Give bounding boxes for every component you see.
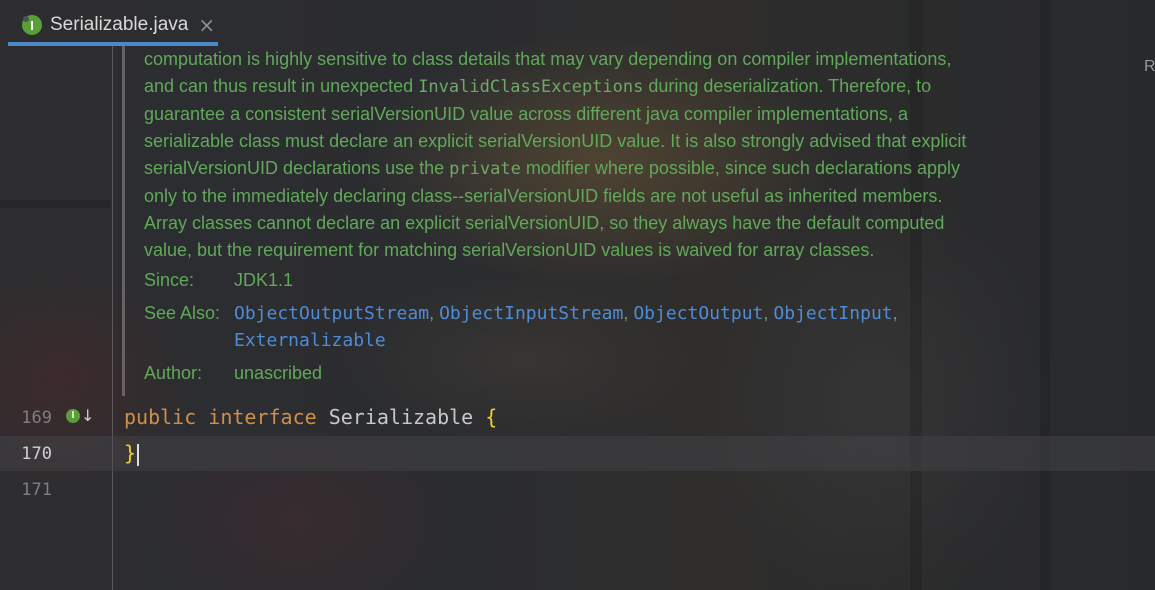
keyword-public: public <box>124 405 197 429</box>
doc-line: computation is highly sensitive to class… <box>144 49 952 69</box>
author-label: Author: <box>144 363 203 383</box>
interface-icon: I <box>22 15 42 35</box>
doc-see-also-label: See Also: <box>144 303 221 323</box>
link-objectoutputstream[interactable]: ObjectOutputStream <box>234 303 429 324</box>
gutter-divider <box>112 46 113 590</box>
line-number: 170 <box>21 444 52 464</box>
keyword-interface: interface <box>208 405 317 429</box>
implemented-interface-gutter-icon[interactable]: I ↓ <box>66 406 94 425</box>
author-value: unascribed <box>234 363 323 383</box>
link-objectinputstream[interactable]: ObjectInputStream <box>439 303 623 324</box>
arrow-down-icon: ↓ <box>81 406 95 425</box>
doc-author: Author: unascribed <box>144 360 322 387</box>
line-number: 171 <box>21 480 52 500</box>
open-brace: { <box>485 405 498 429</box>
code-line-170[interactable]: } <box>124 441 140 466</box>
doc-since: Since: JDK1.1 <box>144 267 293 294</box>
doc-line: value, but the requirement for matching … <box>144 240 875 260</box>
doc-line: and can thus result in unexpected Invali… <box>144 76 932 97</box>
right-edge-label: R <box>1144 58 1155 75</box>
editor-tab-bar: I Serializable.java × <box>0 0 1155 46</box>
doc-code: InvalidClassExceptions <box>418 77 644 97</box>
close-brace: } <box>124 441 137 465</box>
link-objectoutput[interactable]: ObjectOutput <box>633 303 763 324</box>
see-also-links: ObjectOutputStream, ObjectInputStream, O… <box>234 303 898 351</box>
since-value: JDK1.1 <box>234 270 294 290</box>
code-line-169[interactable]: public interface Serializable { <box>124 405 497 429</box>
doc-line: serialVersionUID declarations use the pr… <box>144 158 961 179</box>
doc-line: serializable class must declare an expli… <box>144 131 967 151</box>
link-objectinput[interactable]: ObjectInput <box>773 303 892 324</box>
doc-line: guarantee a consistent serialVersionUID … <box>144 104 909 124</box>
current-line-highlight <box>0 436 1155 471</box>
link-externalizable[interactable]: Externalizable <box>234 330 386 351</box>
close-icon[interactable]: × <box>198 13 215 37</box>
doc-line: Array classes cannot declare an explicit… <box>144 213 945 233</box>
tab-label: Serializable.java <box>50 14 189 35</box>
type-name: Serializable <box>328 405 474 429</box>
doc-code: private <box>449 159 521 179</box>
rendered-doc-bar <box>122 46 125 396</box>
line-number: 169 <box>21 408 52 428</box>
doc-line: only to the immediately declaring class-… <box>144 186 943 206</box>
text-caret <box>137 443 140 466</box>
rendered-javadoc: computation is highly sensitive to class… <box>144 46 1134 264</box>
tab-serializable-java[interactable]: I Serializable.java × <box>8 8 218 42</box>
since-label: Since: <box>144 270 195 290</box>
